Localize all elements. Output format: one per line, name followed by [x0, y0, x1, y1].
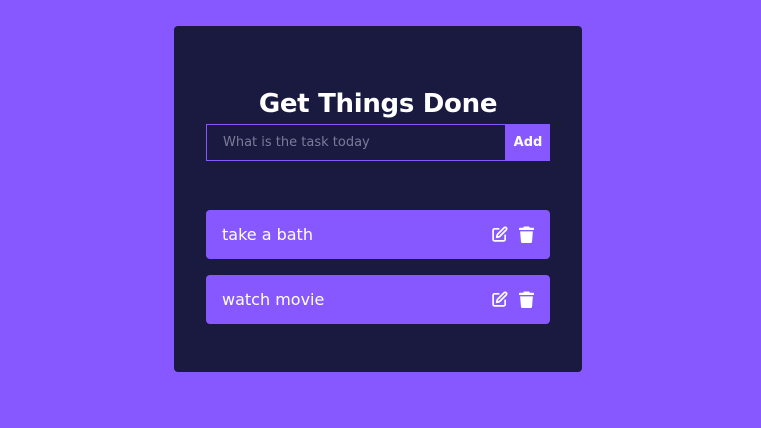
task-input[interactable] — [206, 124, 506, 161]
todo-actions — [491, 291, 535, 308]
todo-item: take a bath — [206, 210, 550, 259]
todo-list: take a bath watch movie — [206, 210, 550, 340]
todo-card: Get Things Done Add take a bath — [174, 26, 582, 372]
add-button[interactable]: Add — [506, 124, 550, 161]
edit-icon[interactable] — [491, 226, 508, 243]
page-title: Get Things Done — [258, 89, 498, 119]
todo-text[interactable]: watch movie — [222, 290, 324, 309]
edit-icon[interactable] — [491, 291, 508, 308]
add-task-form: Add — [206, 124, 550, 161]
todo-text[interactable]: take a bath — [222, 225, 313, 244]
todo-item: watch movie — [206, 275, 550, 324]
trash-icon[interactable] — [518, 291, 535, 308]
todo-actions — [491, 226, 535, 243]
trash-icon[interactable] — [518, 226, 535, 243]
